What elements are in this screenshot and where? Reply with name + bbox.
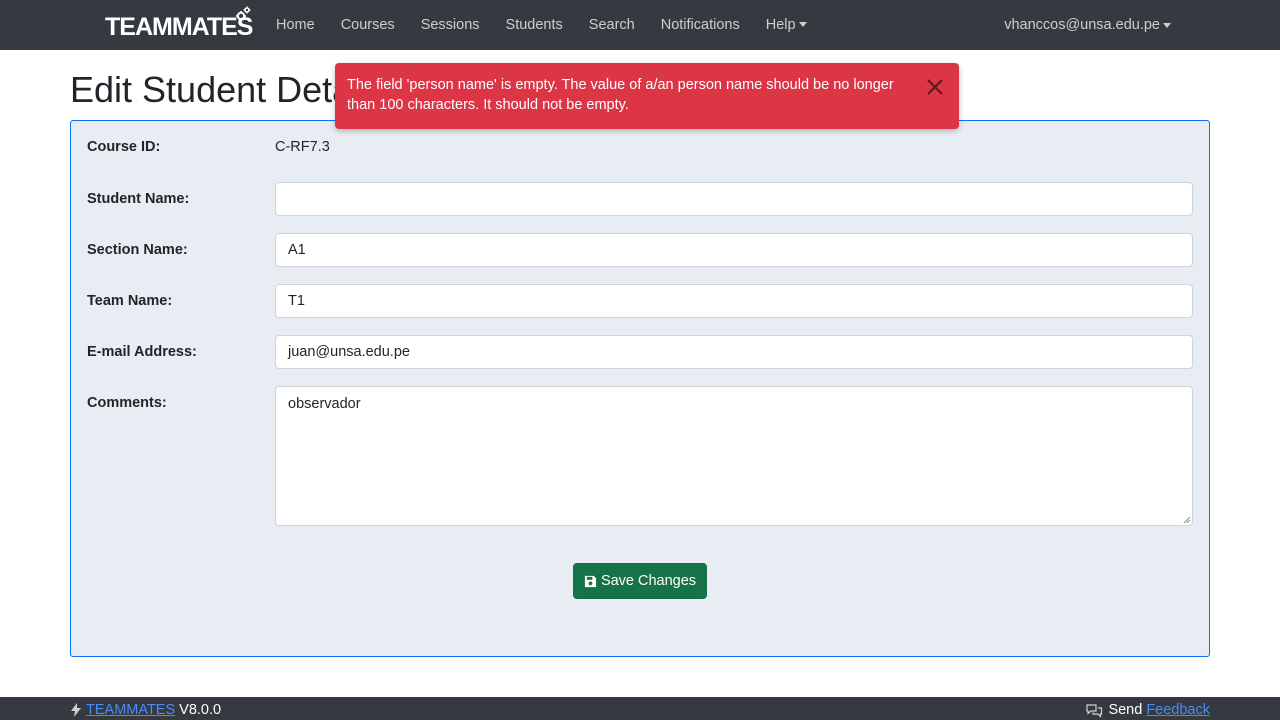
section-name-label: Section Name: bbox=[87, 242, 188, 258]
footer-brand: TEAMMATES V8.0.0 bbox=[70, 702, 221, 718]
save-changes-button[interactable]: Save Changes bbox=[573, 563, 707, 599]
comments-label: Comments: bbox=[87, 395, 167, 411]
chat-icon bbox=[1086, 703, 1103, 718]
comments-text: observador bbox=[288, 396, 361, 412]
student-name-label: Student Name: bbox=[87, 191, 190, 207]
course-id-value: C-RF7.3 bbox=[275, 139, 330, 155]
nav-search[interactable]: Search bbox=[576, 17, 648, 33]
caret-down-icon bbox=[1163, 22, 1171, 28]
footer-feedback: Send Feedback bbox=[1085, 702, 1210, 718]
footer-teammates-link[interactable]: TEAMMATES bbox=[86, 702, 175, 718]
section-name-input[interactable]: A1 bbox=[275, 233, 1193, 267]
email-label: E-mail Address: bbox=[87, 344, 197, 360]
nav-links: Home Courses Sessions Students Search No… bbox=[263, 0, 820, 50]
bolt-icon bbox=[71, 703, 81, 717]
error-alert: The field 'person name' is empty. The va… bbox=[335, 63, 959, 129]
nav-notifications[interactable]: Notifications bbox=[648, 17, 753, 33]
edit-student-form: Course ID: C-RF7.3 Student Name: Section… bbox=[70, 120, 1210, 657]
team-name-label: Team Name: bbox=[87, 293, 173, 309]
comments-textarea[interactable]: observador bbox=[275, 386, 1193, 526]
save-changes-label: Save Changes bbox=[600, 573, 697, 589]
footer-feedback-link[interactable]: Feedback bbox=[1146, 702, 1210, 718]
email-input[interactable]: juan@unsa.edu.pe bbox=[275, 335, 1193, 369]
brand-logo[interactable]: TEAMMATES bbox=[105, 6, 253, 42]
footer: TEAMMATES V8.0.0 Send Feedback bbox=[0, 697, 1280, 720]
gear-icon bbox=[236, 6, 251, 21]
nav-help-label: Help bbox=[765, 17, 796, 33]
nav-sessions[interactable]: Sessions bbox=[408, 17, 493, 33]
caret-down-icon bbox=[798, 22, 807, 27]
nav-help-dropdown[interactable]: Help bbox=[753, 17, 820, 33]
course-id-label: Course ID: bbox=[87, 139, 161, 155]
user-account-dropdown[interactable]: vhanccos@unsa.edu.pe bbox=[1004, 0, 1171, 50]
nav-home[interactable]: Home bbox=[263, 17, 328, 33]
student-name-input[interactable] bbox=[275, 182, 1193, 216]
error-alert-message: The field 'person name' is empty. The va… bbox=[347, 77, 894, 113]
brand-text: TEAMMATES bbox=[105, 12, 253, 41]
resize-grip-icon[interactable] bbox=[1183, 516, 1191, 524]
nav-courses[interactable]: Courses bbox=[328, 17, 408, 33]
close-icon[interactable] bbox=[925, 77, 945, 97]
nav-students[interactable]: Students bbox=[493, 17, 576, 33]
footer-version: V8.0.0 bbox=[179, 702, 222, 718]
footer-send-text: Send bbox=[1108, 702, 1143, 718]
user-email: vhanccos@unsa.edu.pe bbox=[1004, 17, 1160, 33]
top-navbar: TEAMMATES Home Courses Sessions Students… bbox=[0, 0, 1280, 50]
team-name-input[interactable]: T1 bbox=[275, 284, 1193, 318]
floppy-disk-icon bbox=[584, 575, 597, 587]
